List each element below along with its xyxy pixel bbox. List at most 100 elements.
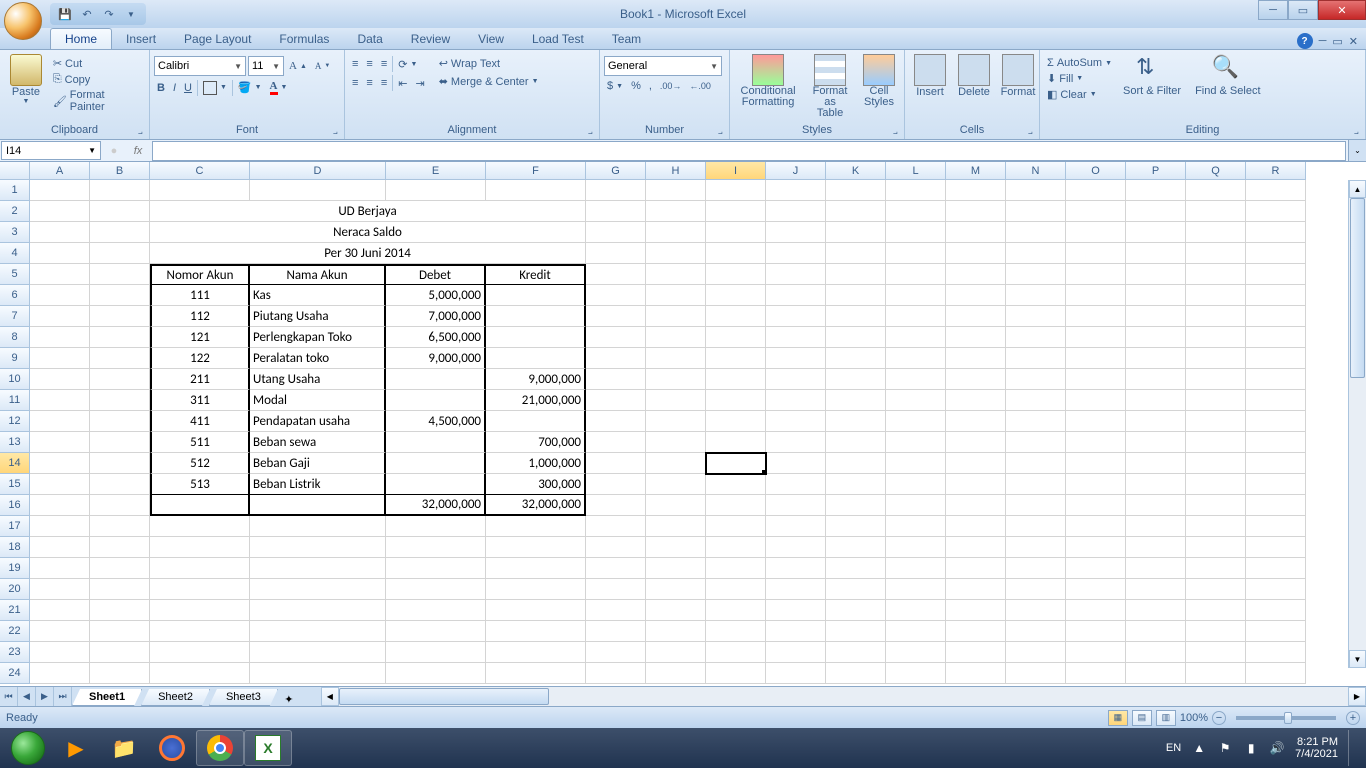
cell-H14[interactable]: [646, 453, 706, 474]
cell-A1[interactable]: [30, 180, 90, 201]
cell-J9[interactable]: [766, 348, 826, 369]
cell-Q23[interactable]: [1186, 642, 1246, 663]
insert-cells-button[interactable]: Insert: [909, 52, 951, 100]
vscroll-thumb[interactable]: [1350, 198, 1365, 378]
maximize-button[interactable]: ▭: [1288, 0, 1318, 20]
cell-C11[interactable]: 311: [150, 390, 250, 411]
cell-B7[interactable]: [90, 306, 150, 327]
taskbar-clock[interactable]: 8:21 PM 7/4/2021: [1295, 736, 1338, 760]
cell-K13[interactable]: [826, 432, 886, 453]
cell-I24[interactable]: [706, 663, 766, 684]
select-all-corner[interactable]: [0, 162, 30, 180]
cell-G19[interactable]: [586, 558, 646, 579]
cell-D19[interactable]: [250, 558, 386, 579]
cell-N2[interactable]: [1006, 201, 1066, 222]
cell-K4[interactable]: [826, 243, 886, 264]
cell-J14[interactable]: [766, 453, 826, 474]
delete-cells-button[interactable]: Delete: [953, 52, 995, 100]
cell-Q6[interactable]: [1186, 285, 1246, 306]
cell-J22[interactable]: [766, 621, 826, 642]
cell-H8[interactable]: [646, 327, 706, 348]
cell-G20[interactable]: [586, 579, 646, 600]
zoom-slider[interactable]: [1236, 716, 1336, 720]
cell-L15[interactable]: [886, 474, 946, 495]
cell-N21[interactable]: [1006, 600, 1066, 621]
cell-F18[interactable]: [486, 537, 586, 558]
cell-E22[interactable]: [386, 621, 486, 642]
column-header-L[interactable]: L: [886, 162, 946, 180]
cell-C2[interactable]: UD Berjaya: [150, 201, 586, 222]
cell-O8[interactable]: [1066, 327, 1126, 348]
cancel-formula-icon[interactable]: ●: [102, 145, 126, 157]
cell-E17[interactable]: [386, 516, 486, 537]
cell-E5[interactable]: Debet: [386, 264, 486, 285]
horizontal-scrollbar[interactable]: ◀ ▶: [321, 687, 1366, 706]
row-header-9[interactable]: 9: [0, 348, 30, 369]
row-header-3[interactable]: 3: [0, 222, 30, 243]
cell-O18[interactable]: [1066, 537, 1126, 558]
cell-D20[interactable]: [250, 579, 386, 600]
cell-N7[interactable]: [1006, 306, 1066, 327]
cell-N24[interactable]: [1006, 663, 1066, 684]
cell-Q11[interactable]: [1186, 390, 1246, 411]
cell-K21[interactable]: [826, 600, 886, 621]
cell-C19[interactable]: [150, 558, 250, 579]
cell-L20[interactable]: [886, 579, 946, 600]
tray-flag-icon[interactable]: ⚑: [1217, 740, 1233, 756]
row-header-2[interactable]: 2: [0, 201, 30, 222]
column-header-J[interactable]: J: [766, 162, 826, 180]
cell-P22[interactable]: [1126, 621, 1186, 642]
cell-N1[interactable]: [1006, 180, 1066, 201]
cell-M1[interactable]: [946, 180, 1006, 201]
cell-A20[interactable]: [30, 579, 90, 600]
row-header-8[interactable]: 8: [0, 327, 30, 348]
sheet-nav-last-icon[interactable]: ⏭: [54, 687, 72, 706]
cell-H15[interactable]: [646, 474, 706, 495]
row-header-22[interactable]: 22: [0, 621, 30, 642]
tray-network-icon[interactable]: ▮: [1243, 740, 1259, 756]
tab-formulas[interactable]: Formulas: [265, 29, 343, 49]
cell-L13[interactable]: [886, 432, 946, 453]
cell-G24[interactable]: [586, 663, 646, 684]
cell-O2[interactable]: [1066, 201, 1126, 222]
cell-K20[interactable]: [826, 579, 886, 600]
cell-Q12[interactable]: [1186, 411, 1246, 432]
cell-H4[interactable]: [646, 243, 706, 264]
column-header-F[interactable]: F: [486, 162, 586, 180]
cell-O3[interactable]: [1066, 222, 1126, 243]
sheet-tab-3[interactable]: Sheet3: [209, 689, 278, 706]
cell-C16[interactable]: [150, 495, 250, 516]
cell-C8[interactable]: 121: [150, 327, 250, 348]
row-header-18[interactable]: 18: [0, 537, 30, 558]
cell-I21[interactable]: [706, 600, 766, 621]
cell-A2[interactable]: [30, 201, 90, 222]
cell-A16[interactable]: [30, 495, 90, 516]
cell-G22[interactable]: [586, 621, 646, 642]
name-box[interactable]: I14▼: [1, 141, 101, 160]
cell-L22[interactable]: [886, 621, 946, 642]
cell-B2[interactable]: [90, 201, 150, 222]
cell-M12[interactable]: [946, 411, 1006, 432]
cell-B16[interactable]: [90, 495, 150, 516]
cell-Q14[interactable]: [1186, 453, 1246, 474]
cell-E23[interactable]: [386, 642, 486, 663]
cell-O12[interactable]: [1066, 411, 1126, 432]
cell-O14[interactable]: [1066, 453, 1126, 474]
cell-P24[interactable]: [1126, 663, 1186, 684]
comma-button[interactable]: ,: [646, 79, 655, 93]
cell-I22[interactable]: [706, 621, 766, 642]
cell-M7[interactable]: [946, 306, 1006, 327]
tab-team[interactable]: Team: [598, 29, 655, 49]
cell-P19[interactable]: [1126, 558, 1186, 579]
find-select-button[interactable]: 🔍Find & Select: [1189, 52, 1266, 99]
cell-Q24[interactable]: [1186, 663, 1246, 684]
cell-B21[interactable]: [90, 600, 150, 621]
cell-O13[interactable]: [1066, 432, 1126, 453]
cell-D12[interactable]: Pendapatan usaha: [250, 411, 386, 432]
cell-L5[interactable]: [886, 264, 946, 285]
fill-button[interactable]: ⬇Fill▼: [1044, 71, 1115, 86]
cell-O19[interactable]: [1066, 558, 1126, 579]
cell-I6[interactable]: [706, 285, 766, 306]
sheet-nav-prev-icon[interactable]: ◀: [18, 687, 36, 706]
cell-F8[interactable]: [486, 327, 586, 348]
